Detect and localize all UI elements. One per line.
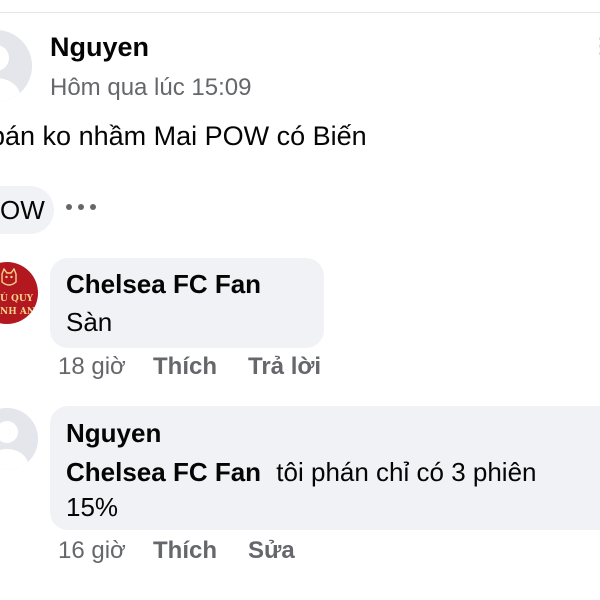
divider <box>0 12 600 13</box>
comment-author-name[interactable]: Chelsea FC Fan <box>66 268 261 300</box>
post-author-avatar[interactable] <box>0 30 32 102</box>
cat-logo-icon <box>1 268 17 286</box>
default-user-icon <box>0 30 32 102</box>
edit-button[interactable]: Sửa <box>248 536 295 566</box>
commenter-avatar[interactable]: Ú QUY NH AN <box>0 262 38 324</box>
default-user-icon <box>0 408 38 470</box>
more-horizontal-icon[interactable] <box>66 192 96 222</box>
facebook-post-view: Nguyen Hôm qua lúc 15:09 ⋮ pán ko nhầm M… <box>0 0 600 600</box>
comment-timestamp[interactable]: 18 giờ <box>58 352 126 382</box>
post-timestamp[interactable]: Hôm qua lúc 15:09 <box>50 72 251 104</box>
mention-link[interactable]: Chelsea FC Fan <box>66 457 261 487</box>
comment-author-name[interactable]: Nguyen <box>66 417 161 449</box>
avatar-logo-text: Ú QUY <box>0 294 34 304</box>
comment-text-continued: 15% <box>66 492 119 522</box>
more-vertical-icon[interactable]: ⋮ <box>590 35 600 57</box>
commenter-avatar[interactable] <box>0 408 38 470</box>
like-button[interactable]: Thích <box>153 536 217 566</box>
avatar-logo-text: NH AN <box>0 307 36 317</box>
like-button[interactable]: Thích <box>153 352 217 382</box>
comment-text: Sàn <box>66 307 113 337</box>
reaction-pill-label: OW <box>0 195 45 225</box>
reply-button[interactable]: Trả lời <box>248 352 321 382</box>
post-body-text: pán ko nhầm Mai POW có Biến <box>0 121 367 151</box>
comment-text-line: Chelsea FC Fan tôi phán chỉ có 3 phiên <box>66 455 537 489</box>
comment-text: tôi phán chỉ có 3 phiên <box>276 457 537 487</box>
post-author-name[interactable]: Nguyen <box>50 30 149 64</box>
comment-timestamp[interactable]: 16 giờ <box>58 536 126 566</box>
